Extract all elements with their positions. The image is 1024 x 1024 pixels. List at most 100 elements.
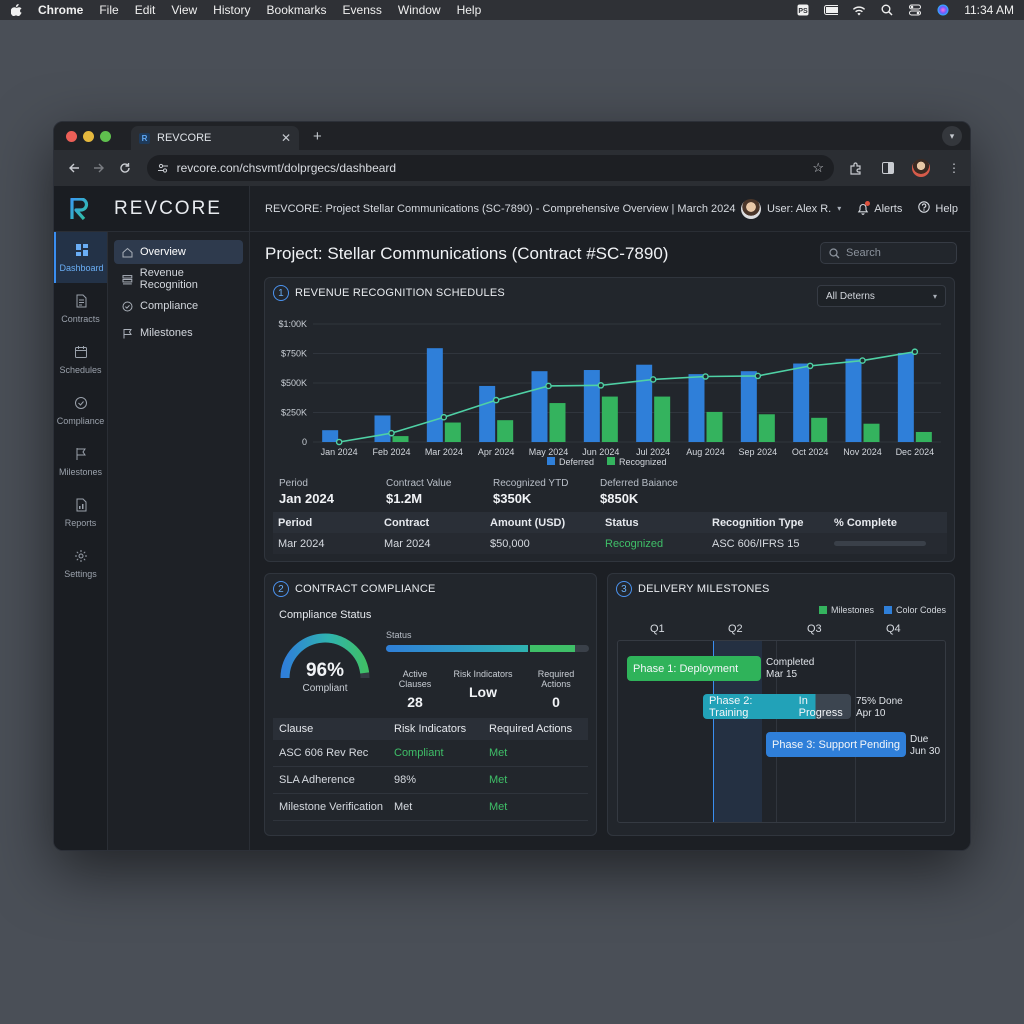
revenue-recognition-card: 1 REVENUE RECOGNITION SCHEDULES All Dete… bbox=[264, 277, 955, 562]
x-tick-label: Aug 2024 bbox=[686, 447, 725, 457]
column-header[interactable]: % Complete bbox=[829, 517, 947, 529]
bar-deferred bbox=[740, 371, 757, 442]
new-tab-button[interactable]: + bbox=[313, 128, 322, 145]
help-button[interactable]: Help bbox=[918, 201, 958, 216]
menu-app-name[interactable]: Chrome bbox=[38, 3, 83, 17]
column-header[interactable]: Amount (USD) bbox=[485, 517, 600, 529]
revenue-bar-chart: 0 $250K $500K $750K $1:00K Jan 2024 Feb 2024 Ma… bbox=[278, 319, 941, 467]
menu-bookmarks[interactable]: Bookmarks bbox=[267, 3, 327, 17]
contract-compliance-card: 2 CONTRACT COMPLIANCE Compliance Status … bbox=[264, 573, 597, 836]
subnav-item-compliance[interactable]: Compliance bbox=[114, 294, 243, 318]
status-bar bbox=[386, 645, 589, 652]
close-window-button[interactable] bbox=[66, 130, 77, 142]
x-tick-label: Feb 2024 bbox=[372, 447, 410, 457]
profile-avatar[interactable] bbox=[911, 159, 930, 177]
rail-item-settings[interactable]: Settings bbox=[54, 538, 107, 589]
rail-item-compliance[interactable]: Compliance bbox=[54, 385, 107, 436]
zoom-window-button[interactable] bbox=[100, 130, 111, 142]
table-row[interactable]: SLA Adherence 98% Met bbox=[273, 767, 588, 794]
menu-edit[interactable]: Edit bbox=[135, 3, 156, 17]
minimize-window-button[interactable] bbox=[83, 130, 94, 142]
battery-icon[interactable] bbox=[824, 4, 839, 16]
input-source-icon[interactable]: PS bbox=[796, 4, 810, 16]
menu-history[interactable]: History bbox=[213, 3, 250, 17]
address-bar[interactable]: revcore.con/chsvmt/dolprgecs/dashbeard ☆ bbox=[146, 155, 834, 181]
compliance-card-title: CONTRACT COMPLIANCE bbox=[295, 583, 436, 595]
phase-3-note: Due Jun 30 bbox=[910, 734, 940, 758]
trend-point bbox=[911, 348, 919, 356]
browser-tab[interactable]: R REVCORE ✕ bbox=[131, 126, 299, 150]
site-info-icon[interactable] bbox=[157, 162, 169, 174]
table-row[interactable]: Milestone Verification Met Met bbox=[273, 794, 588, 821]
forward-arrow-icon[interactable] bbox=[88, 156, 112, 180]
more-menu-icon[interactable]: ⋮ bbox=[946, 160, 962, 176]
bar-recognized bbox=[444, 422, 461, 442]
side-panel-icon[interactable] bbox=[880, 160, 896, 176]
calendar-icon bbox=[74, 345, 87, 358]
column-header[interactable]: Status bbox=[600, 517, 707, 529]
column-header[interactable]: Required Actions bbox=[483, 723, 588, 735]
tab-close-icon[interactable]: ✕ bbox=[281, 131, 291, 145]
user-menu[interactable]: User: Alex R. ▾ bbox=[741, 198, 841, 219]
x-tick-label: Mar 2024 bbox=[425, 447, 463, 457]
control-center-icon[interactable] bbox=[908, 4, 922, 16]
trend-point bbox=[388, 429, 395, 437]
rail-label: Dashboard bbox=[59, 262, 104, 273]
phase-1-bar[interactable]: Phase 1: Deployment bbox=[627, 656, 761, 681]
bookmark-star-icon[interactable]: ☆ bbox=[812, 160, 824, 176]
url-text[interactable]: revcore.con/chsvmt/dolprgecs/dashbeard bbox=[177, 161, 396, 175]
menu-help[interactable]: Help bbox=[457, 3, 482, 17]
wifi-icon[interactable] bbox=[852, 4, 866, 16]
brand[interactable]: REVCORE bbox=[54, 186, 250, 232]
subnav-item-revenue-recognition[interactable]: Revenue Recognition bbox=[114, 267, 243, 291]
brand-name: REVCORE bbox=[114, 197, 222, 219]
rail-item-reports[interactable]: Reports bbox=[54, 487, 107, 538]
column-header[interactable]: Period bbox=[273, 517, 379, 529]
column-header[interactable]: Contract bbox=[379, 517, 485, 529]
subnav-item-overview[interactable]: Overview bbox=[114, 240, 243, 264]
table-row[interactable]: Mar 2024 Mar 2024 $50,000 Recognized ASC… bbox=[273, 533, 947, 554]
menu-view[interactable]: View bbox=[171, 3, 197, 17]
stat-label: Risk Indicators bbox=[453, 669, 513, 679]
table-header-row: Period Contract Amount (USD) Status Reco… bbox=[273, 512, 947, 533]
column-header[interactable]: Recognition Type bbox=[707, 517, 829, 529]
menu-file[interactable]: File bbox=[99, 3, 118, 17]
summary-item: Recognized YTD $350K bbox=[493, 478, 600, 506]
rail-item-contracts[interactable]: Contracts bbox=[54, 283, 107, 334]
bar-deferred bbox=[636, 364, 653, 442]
search-input[interactable]: Search bbox=[820, 242, 957, 264]
summary-value: $350K bbox=[493, 491, 532, 506]
bar-recognized bbox=[758, 414, 775, 442]
spotlight-search-icon[interactable] bbox=[880, 4, 894, 16]
table-row[interactable]: ASC 606 Rev Rec Compliant Met bbox=[273, 740, 588, 767]
column-header[interactable]: Risk Indicators bbox=[388, 723, 483, 735]
gauge-percent: 96% bbox=[305, 660, 345, 681]
check-shield-icon bbox=[74, 396, 87, 409]
extensions-icon[interactable] bbox=[848, 160, 864, 176]
siri-icon[interactable] bbox=[936, 4, 950, 16]
phase-2-bar[interactable]: Phase 2: Training In Progress bbox=[703, 694, 851, 719]
rail-item-milestones[interactable]: Milestones bbox=[54, 436, 107, 487]
deferral-filter-select[interactable]: All Deterns ▾ bbox=[817, 285, 946, 307]
menubar-clock[interactable]: 11:34 AM bbox=[964, 3, 1014, 17]
menu-window[interactable]: Window bbox=[398, 3, 441, 17]
cell-clause: SLA Adherence bbox=[279, 774, 355, 786]
subnav-item-milestones[interactable]: Milestones bbox=[114, 321, 243, 345]
bar-recognized bbox=[497, 420, 514, 442]
phase-note-status: 75% Done bbox=[856, 696, 903, 707]
menu-evenss[interactable]: Evenss bbox=[343, 3, 382, 17]
legend-label: Recognized bbox=[619, 457, 667, 467]
apple-icon[interactable] bbox=[10, 4, 22, 16]
rail-item-schedules[interactable]: Schedules bbox=[54, 334, 107, 385]
column-header[interactable]: Clause bbox=[273, 723, 388, 735]
y-tick-label: $500K bbox=[281, 378, 307, 388]
phase-label: Phase 2: Training bbox=[709, 694, 753, 719]
phase-3-bar[interactable]: Phase 3: Support Pending bbox=[766, 732, 906, 757]
back-arrow-icon[interactable] bbox=[62, 156, 86, 180]
alerts-button[interactable]: Alerts bbox=[857, 200, 902, 215]
table-header-row: Clause Risk Indicators Required Actions bbox=[273, 718, 588, 740]
rail-item-dashboard[interactable]: Dashboard bbox=[54, 232, 107, 283]
tab-search-dropdown-icon[interactable]: ▾ bbox=[942, 126, 962, 146]
reload-icon[interactable] bbox=[113, 156, 137, 180]
stat-value: 0 bbox=[552, 694, 560, 710]
